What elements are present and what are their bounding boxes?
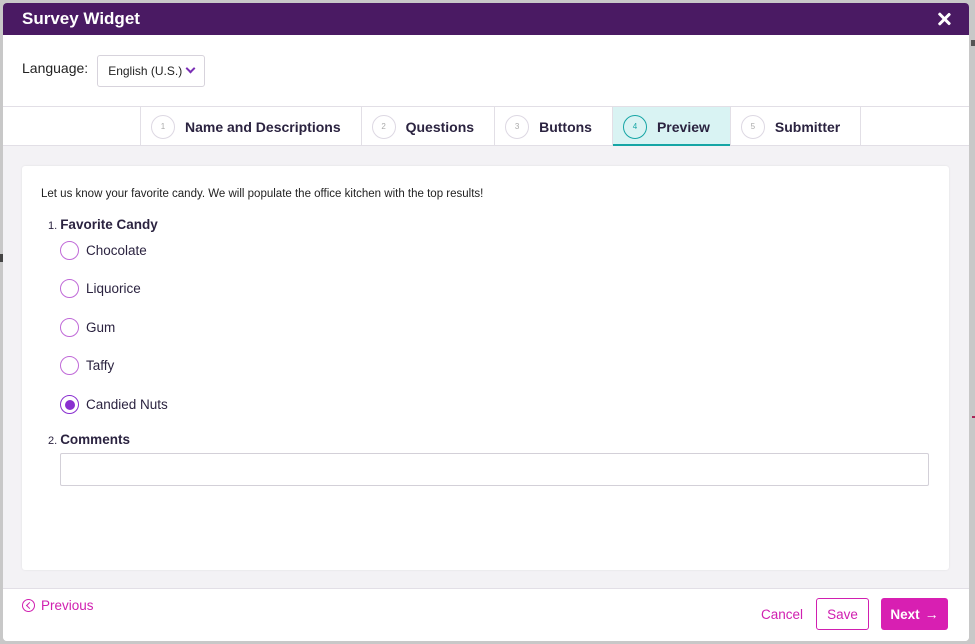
step-number: 5 [740, 114, 765, 139]
chevron-down-icon [185, 63, 196, 74]
chevron-left-circle-icon [22, 599, 35, 612]
option-label: Taffy [86, 358, 115, 373]
radio-button[interactable] [60, 241, 79, 260]
cancel-button[interactable]: Cancel [761, 607, 803, 622]
radio-button-selected[interactable] [60, 395, 79, 414]
preview-area: Let us know your favorite candy. We will… [3, 146, 969, 588]
language-label: Language: [22, 60, 89, 76]
tab-label: Preview [656, 118, 710, 135]
background-edge [971, 40, 975, 46]
radio-option-liquorice[interactable]: Liquorice [60, 279, 141, 298]
previous-label: Previous [41, 598, 94, 613]
tab-label: Buttons [539, 118, 592, 135]
previous-button[interactable]: Previous [22, 598, 94, 613]
language-select[interactable]: English (U.S.) [97, 54, 206, 87]
radio-option-taffy[interactable]: Taffy [60, 356, 114, 375]
option-label: Candied Nuts [86, 397, 168, 412]
tab-label: Submitter [774, 118, 841, 135]
language-select-value: English (U.S.) [108, 63, 183, 78]
survey-widget-dialog: Survey Widget Language: English (U.S.) 1… [3, 3, 969, 641]
tab-buttons[interactable]: 3 Buttons [494, 107, 612, 146]
radio-button[interactable] [60, 318, 79, 337]
step-number: 1 [151, 114, 175, 139]
dialog-footer: Previous Cancel Save Next → [3, 588, 969, 641]
question-text: Comments [60, 432, 130, 447]
dialog-titlebar: Survey Widget [3, 3, 969, 35]
step-number: 3 [505, 114, 530, 139]
option-label: Gum [86, 320, 116, 335]
survey-preview-card: Let us know your favorite candy. We will… [22, 166, 949, 570]
save-label: Save [827, 606, 858, 622]
question-number: 1. [48, 220, 58, 232]
close-icon[interactable] [935, 10, 953, 28]
tab-label: Questions [405, 118, 475, 135]
language-row: Language: English (U.S.) [3, 35, 969, 106]
radio-button[interactable] [60, 356, 79, 375]
question-text: Favorite Candy [60, 217, 158, 232]
next-label: Next [890, 606, 920, 622]
save-button[interactable]: Save [816, 598, 869, 630]
radio-option-candied-nuts[interactable]: Candied Nuts [60, 395, 168, 414]
question-favorite-candy-title: 1. Favorite Candy [48, 217, 158, 232]
option-label: Liquorice [86, 281, 141, 296]
next-button[interactable]: Next → [881, 598, 948, 630]
survey-intro-text: Let us know your favorite candy. We will… [41, 188, 484, 200]
question-comments-title: 2. Comments [48, 432, 130, 447]
tab-questions[interactable]: 2 Questions [360, 107, 494, 146]
tab-submitter[interactable]: 5 Submitter [729, 107, 862, 146]
dialog-title: Survey Widget [22, 9, 140, 28]
step-number: 2 [371, 114, 396, 139]
tab-preview[interactable]: 4 Preview [611, 107, 730, 147]
tab-name-and-descriptions[interactable]: 1 Name and Descriptions [140, 107, 361, 146]
question-number: 2. [48, 435, 58, 447]
radio-dot [64, 399, 75, 410]
option-label: Chocolate [86, 243, 147, 258]
step-number: 4 [622, 114, 647, 139]
radio-option-gum[interactable]: Gum [60, 318, 115, 337]
radio-button[interactable] [60, 279, 79, 298]
tab-label: Name and Descriptions [185, 118, 341, 135]
wizard-steps: 1 Name and Descriptions 2 Questions 3 Bu… [3, 106, 969, 147]
comments-input[interactable] [60, 453, 929, 486]
radio-option-chocolate[interactable]: Chocolate [60, 241, 147, 260]
arrow-right-icon: → [924, 606, 939, 622]
